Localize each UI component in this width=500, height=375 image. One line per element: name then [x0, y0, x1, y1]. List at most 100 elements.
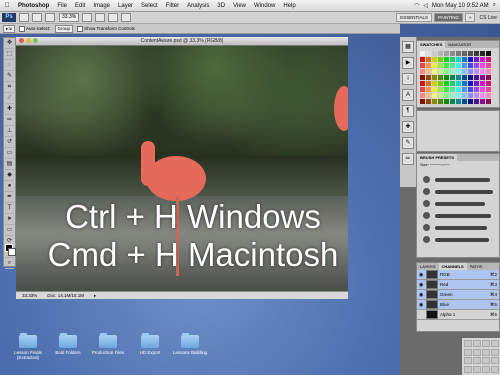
color-swatch[interactable] [444, 69, 449, 74]
workspace-more[interactable]: » [464, 13, 476, 22]
show-transform-option[interactable]: Show Transform Controls [77, 25, 135, 32]
color-swatch[interactable] [438, 63, 443, 68]
color-swatch[interactable] [486, 81, 491, 86]
swatch-grid[interactable] [417, 48, 499, 107]
color-swatch[interactable] [474, 69, 479, 74]
color-swatch[interactable] [426, 51, 431, 56]
color-swatch[interactable] [438, 75, 443, 80]
channel-row-rgb[interactable]: ◉ RGB ⌘2 [417, 270, 499, 280]
color-swatch[interactable] [432, 75, 437, 80]
apple-icon[interactable]:  [0, 2, 14, 9]
color-swatch[interactable] [456, 99, 461, 104]
lasso-tool-icon[interactable]: ◌ [5, 61, 14, 71]
color-swatch[interactable] [426, 99, 431, 104]
brush-preset-stroke[interactable] [435, 238, 489, 242]
history-panel-icon[interactable]: ▦ [402, 41, 414, 53]
color-swatch[interactable] [474, 63, 479, 68]
wifi-icon[interactable]: ◠ [414, 2, 419, 9]
brush-size-slider[interactable]: ────○── [430, 162, 449, 167]
menu-3d[interactable]: 3D [213, 3, 229, 9]
bridge-button[interactable] [19, 13, 29, 22]
zoom-window-icon[interactable] [33, 38, 38, 43]
color-swatch[interactable] [432, 87, 437, 92]
character-panel-icon[interactable]: A [402, 89, 414, 101]
color-swatch[interactable] [426, 57, 431, 62]
eraser-tool-icon[interactable]: ▭ [5, 149, 14, 159]
color-swatch[interactable] [450, 99, 455, 104]
color-swatch[interactable] [474, 93, 479, 98]
quick-select-tool-icon[interactable]: ✎ [5, 72, 14, 82]
color-swatch[interactable] [468, 57, 473, 62]
brush-preset-dot[interactable] [423, 224, 430, 231]
status-zoom[interactable]: 33.33% [22, 292, 37, 299]
color-swatch[interactable] [462, 69, 467, 74]
color-swatch[interactable] [486, 63, 491, 68]
color-swatch[interactable] [450, 69, 455, 74]
desktop-folder[interactable]: HD Export [130, 333, 170, 355]
history-brush-tool-icon[interactable]: ↺ [5, 138, 14, 148]
dodge-tool-icon[interactable]: ● [5, 182, 14, 192]
menu-file[interactable]: File [53, 3, 71, 9]
desktop-folder[interactable]: Lessons Building [170, 333, 210, 355]
info-panel-icon[interactable]: i [402, 73, 414, 85]
hand-tool-button[interactable] [82, 13, 93, 22]
auto-select-option[interactable]: Auto-Select: [19, 25, 51, 32]
color-swatch[interactable] [432, 93, 437, 98]
shape-tool-icon[interactable]: ▭ [5, 226, 14, 236]
color-swatch[interactable] [444, 63, 449, 68]
color-swatch[interactable] [468, 63, 473, 68]
screen-mode-button[interactable] [121, 13, 132, 22]
color-swatch[interactable] [438, 87, 443, 92]
tool-presets-panel-icon[interactable]: ✎ [402, 137, 414, 149]
color-swatch[interactable] [450, 63, 455, 68]
color-swatch[interactable] [420, 63, 425, 68]
menu-window[interactable]: Window [250, 3, 279, 9]
color-swatch[interactable] [438, 81, 443, 86]
color-swatch[interactable] [474, 81, 479, 86]
color-swatch[interactable] [426, 93, 431, 98]
color-swatch[interactable] [438, 69, 443, 74]
pen-tool-icon[interactable]: ✒ [5, 193, 14, 203]
color-swatch[interactable] [474, 51, 479, 56]
tab-channels[interactable]: CHANNELS [438, 263, 467, 270]
menu-layer[interactable]: Layer [114, 3, 137, 9]
brush-preset-dot[interactable] [423, 236, 430, 243]
menu-image[interactable]: Image [89, 3, 114, 9]
rotate-view-button[interactable] [95, 13, 106, 22]
brush-preset-stroke[interactable] [435, 202, 485, 206]
show-transform-checkbox[interactable] [77, 25, 84, 32]
color-swatch[interactable] [426, 81, 431, 86]
color-swatch[interactable] [468, 69, 473, 74]
color-swatch[interactable] [450, 93, 455, 98]
eye-icon[interactable]: ◉ [419, 282, 424, 288]
color-swatch[interactable] [450, 87, 455, 92]
color-swatch[interactable] [456, 87, 461, 92]
zoom-tool-icon[interactable]: ⌕ [5, 259, 14, 269]
color-swatch[interactable] [462, 51, 467, 56]
menu-view[interactable]: View [229, 3, 250, 9]
crop-tool-icon[interactable]: ⌗ [5, 83, 14, 93]
color-swatch[interactable] [450, 75, 455, 80]
color-swatch[interactable] [432, 69, 437, 74]
color-swatch[interactable] [426, 69, 431, 74]
color-swatch[interactable] [462, 63, 467, 68]
color-swatch[interactable] [480, 57, 485, 62]
color-swatch[interactable] [486, 93, 491, 98]
color-swatch[interactable] [450, 81, 455, 86]
workspace-painting[interactable]: PAINTING [434, 13, 463, 22]
brush-preset-stroke[interactable] [435, 190, 493, 194]
color-swatch[interactable] [438, 57, 443, 62]
desktop-folder[interactable]: Bold Folders [48, 333, 88, 355]
actions-panel-icon[interactable]: ▶ [402, 57, 414, 69]
clone-stamp-tool-icon[interactable]: ⊥ [5, 127, 14, 137]
color-swatch[interactable] [438, 99, 443, 104]
brush-preset-dot[interactable] [423, 200, 430, 207]
brush-preset-stroke[interactable] [435, 226, 487, 230]
tool-preset-picker[interactable]: ▸⇲ [3, 24, 16, 33]
workspace-essentials[interactable]: ESSENTIALS [396, 13, 433, 22]
auto-select-dropdown[interactable]: Group [54, 24, 74, 33]
spot-healing-tool-icon[interactable]: ✚ [5, 105, 14, 115]
color-swatch[interactable] [462, 81, 467, 86]
move-tool-icon[interactable]: ✥ [5, 39, 14, 49]
blur-tool-icon[interactable]: ◆ [5, 171, 14, 181]
